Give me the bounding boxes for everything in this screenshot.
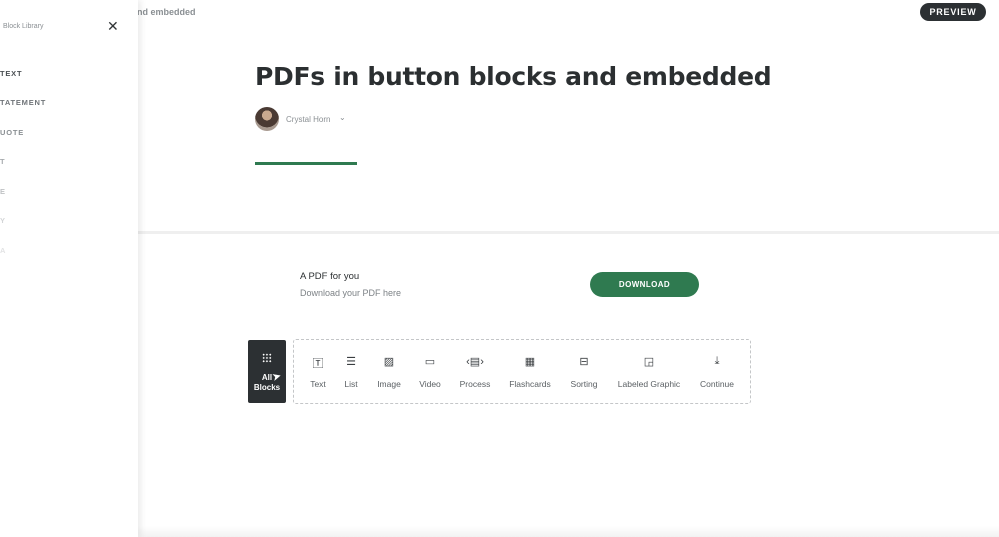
sidebar-item-media[interactable]: A	[0, 246, 6, 255]
sidebar-item-gallery[interactable]: Y	[0, 216, 6, 225]
block-item-list[interactable]: ☰ List	[341, 340, 361, 403]
sidebar-item-list[interactable]: T	[0, 157, 5, 166]
grid-icon	[262, 353, 272, 363]
sorting-icon: ⊟	[579, 356, 589, 368]
author-avatar	[255, 107, 279, 131]
header-divider	[138, 231, 999, 234]
chevron-down-icon[interactable]: ⌄	[339, 113, 346, 122]
preview-button[interactable]: PREVIEW	[920, 3, 986, 21]
block-item-label: Flashcards	[509, 379, 551, 389]
block-item-text[interactable]: 🅃 Text	[306, 340, 330, 403]
block-item-flashcards[interactable]: ▦ Flashcards	[507, 340, 553, 403]
process-icon: ‹▤›	[466, 356, 484, 368]
block-item-label: Text	[310, 379, 326, 389]
block-item-label: Labeled Graphic	[617, 379, 681, 389]
list-icon: ☰	[346, 356, 356, 368]
block-item-image[interactable]: ▨ Image	[374, 340, 404, 403]
video-icon: ▭	[424, 356, 436, 368]
block-item-label: Image	[377, 379, 401, 389]
sidebar-item-statement[interactable]: TATEMENT	[0, 98, 46, 107]
continue-icon: ⤓	[714, 355, 720, 367]
button-block-title[interactable]: A PDF for you	[300, 271, 359, 282]
close-icon[interactable]: ✕	[107, 18, 119, 35]
block-insert-bar: 🅃 Text ☰ List ▨ Image ▭ Video ‹▤› Proces…	[293, 339, 751, 404]
block-library-panel: Block Library ✕ TEXT TATEMENT UOTE T E Y…	[0, 0, 138, 537]
text-icon: 🅃	[312, 358, 324, 370]
button-block-description[interactable]: Download your PDF here	[300, 288, 401, 298]
title-accent-rule	[255, 162, 357, 165]
top-bar: nd embedded PREVIEW	[0, 0, 999, 24]
labeled-graphic-icon: ◲	[643, 356, 655, 368]
block-item-process[interactable]: ‹▤› Process	[457, 340, 493, 403]
block-item-continue[interactable]: ⤓ Continue	[697, 340, 737, 403]
block-item-label: Continue	[699, 379, 735, 389]
block-item-label: Process	[459, 379, 491, 389]
image-icon: ▨	[383, 356, 395, 368]
download-button[interactable]: DOWNLOAD	[590, 272, 699, 297]
sidebar-item-image[interactable]: E	[0, 187, 6, 196]
lesson-breadcrumb: nd embedded	[137, 7, 196, 17]
lesson-title[interactable]: PDFs in button blocks and embedded	[255, 62, 772, 91]
block-library-title: Block Library	[3, 23, 44, 30]
all-blocks-label-line2: Blocks	[253, 383, 281, 392]
author-name[interactable]: Crystal Horn	[286, 115, 330, 124]
flashcards-icon: ▦	[524, 356, 536, 368]
block-item-label: Video	[419, 379, 441, 389]
block-item-label: Sorting	[570, 379, 598, 389]
block-item-label: List	[344, 379, 358, 389]
sidebar-item-text[interactable]: TEXT	[0, 69, 22, 78]
block-item-labeled-graphic[interactable]: ◲ Labeled Graphic	[616, 340, 682, 403]
block-item-sorting[interactable]: ⊟ Sorting	[567, 340, 601, 403]
bottom-edge	[138, 526, 999, 537]
block-item-video[interactable]: ▭ Video	[416, 340, 444, 403]
sidebar-item-quote[interactable]: UOTE	[0, 128, 24, 137]
